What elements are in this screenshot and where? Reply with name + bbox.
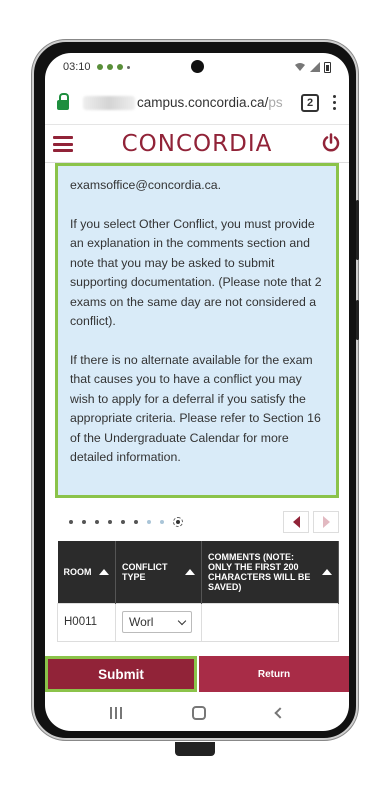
return-button[interactable]: Return xyxy=(197,656,349,692)
column-header-label: COMMENTS (NOTE: ONLY THE FIRST 200 CHARA… xyxy=(208,551,311,592)
page-dot-active[interactable] xyxy=(173,517,183,527)
page-dot[interactable] xyxy=(82,520,86,524)
settings-icon xyxy=(106,64,113,70)
url-path: ps xyxy=(268,95,283,110)
pagination-buttons xyxy=(283,511,339,533)
android-icon xyxy=(116,64,123,70)
battery-icon xyxy=(324,61,331,73)
brand-logo[interactable]: CONCORDIA xyxy=(45,131,349,157)
previous-page-button[interactable] xyxy=(283,511,309,533)
column-header-label: CONFLICT TYPE xyxy=(122,561,168,582)
page-dot[interactable] xyxy=(160,520,164,524)
more-notifications-icon xyxy=(126,65,130,69)
page-dot[interactable] xyxy=(69,520,73,524)
conflict-table: ROOM CONFLICT TYPE COMMENTS (NOTE: ONLY … xyxy=(57,541,339,642)
column-header-conflict-type[interactable]: CONFLICT TYPE xyxy=(115,541,202,603)
page-content: examsoffice@concordia.ca. If you select … xyxy=(45,163,349,663)
conflict-type-select[interactable]: Worl xyxy=(122,611,192,633)
page-dot[interactable] xyxy=(95,520,99,524)
sort-ascending-icon xyxy=(99,568,109,575)
instruction-paragraph: examsoffice@concordia.ca. xyxy=(70,178,222,192)
table-row: H0011 Worl xyxy=(57,602,339,642)
arrow-right-icon xyxy=(322,516,330,528)
instruction-paragraph: If you select Other Conflict, you must p… xyxy=(70,216,322,329)
notification-icons xyxy=(96,64,130,70)
pagination-bar xyxy=(57,508,339,536)
site-header: CONCORDIA xyxy=(45,125,349,163)
usb-cable xyxy=(175,742,215,756)
room-cell: H0011 xyxy=(57,602,116,642)
chevron-down-icon xyxy=(177,616,187,625)
power-button xyxy=(356,300,359,340)
conflict-instructions-box: examsoffice@concordia.ca. If you select … xyxy=(55,163,339,498)
url-redacted xyxy=(83,95,135,110)
url-host: campus.concordia.ca/ xyxy=(137,95,269,110)
sort-ascending-icon xyxy=(185,568,195,575)
page-dot[interactable] xyxy=(108,520,112,524)
status-right xyxy=(294,61,331,73)
submit-button[interactable]: Submit xyxy=(45,656,197,692)
phone-frame: 03:10 campus.concordia.ca/ps 2 CONCORDIA… xyxy=(32,40,358,740)
page-dot[interactable] xyxy=(147,520,151,524)
column-header-comments[interactable]: COMMENTS (NOTE: ONLY THE FIRST 200 CHARA… xyxy=(201,541,339,603)
column-header-label: ROOM xyxy=(63,566,92,577)
sign-out-power-icon[interactable] xyxy=(321,133,341,153)
browser-url-bar[interactable]: campus.concordia.ca/ps 2 xyxy=(45,81,349,125)
next-page-button[interactable] xyxy=(313,511,339,533)
url-text[interactable]: campus.concordia.ca/ps xyxy=(137,95,287,110)
phone-screen: 03:10 campus.concordia.ca/ps 2 CONCORDIA… xyxy=(45,53,349,731)
recent-apps-icon[interactable] xyxy=(110,707,122,719)
instruction-paragraph: If there is no alternate available for t… xyxy=(70,352,321,465)
front-camera xyxy=(191,60,204,73)
page-dot[interactable] xyxy=(134,520,138,524)
conflict-type-value: Worl xyxy=(129,615,154,629)
conflict-type-cell: Worl xyxy=(115,602,202,642)
android-nav-bar xyxy=(45,695,349,731)
column-header-room[interactable]: ROOM xyxy=(57,541,116,603)
pagination-dots xyxy=(57,517,183,527)
lock-icon[interactable] xyxy=(57,93,69,110)
home-icon[interactable] xyxy=(192,706,206,720)
arrow-left-icon xyxy=(292,516,300,528)
volume-button xyxy=(356,200,359,260)
table-header-row: ROOM CONFLICT TYPE COMMENTS (NOTE: ONLY … xyxy=(57,541,339,603)
comments-cell[interactable] xyxy=(201,602,339,642)
signal-icon xyxy=(310,62,320,72)
android-icon xyxy=(96,64,103,70)
sort-ascending-icon xyxy=(322,568,332,575)
action-buttons: Submit Return xyxy=(45,656,349,692)
back-icon[interactable] xyxy=(274,707,286,719)
page-dot[interactable] xyxy=(121,520,125,524)
browser-menu-icon[interactable] xyxy=(333,95,336,110)
status-time: 03:10 xyxy=(63,61,91,73)
wifi-icon xyxy=(295,63,305,71)
tab-switcher-button[interactable]: 2 xyxy=(301,93,319,112)
